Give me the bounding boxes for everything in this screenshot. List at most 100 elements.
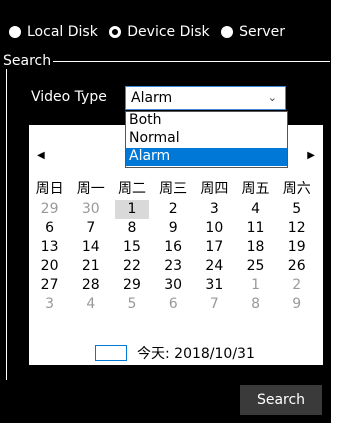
calendar-day-number: 24 [205, 258, 224, 274]
chevron-down-icon: ⌄ [267, 91, 277, 104]
calendar-week-row: 3 4 5 6 7 8 9 [29, 295, 317, 314]
calendar-day-number: 3 [45, 296, 55, 312]
video-type-label: Video Type [31, 89, 107, 105]
calendar-day[interactable]: 29 [111, 276, 152, 295]
calendar-day[interactable]: 4 [70, 295, 111, 314]
dropdown-option-both[interactable]: Both [126, 112, 287, 130]
calendar-day[interactable]: 1 [235, 276, 276, 295]
calendar-day-selected[interactable]: 1 [111, 200, 152, 219]
calendar-day-number: 6 [168, 296, 178, 312]
calendar-week-row: 29 30 1 2 3 4 5 [29, 200, 317, 219]
calendar-day-number: 21 [81, 258, 100, 274]
calendar-day[interactable]: 29 [29, 200, 70, 219]
calendar-day[interactable]: 22 [111, 257, 152, 276]
calendar-day-number: 1 [251, 277, 260, 293]
calendar-week-row: 13 14 15 16 17 18 19 [29, 238, 317, 257]
calendar-day[interactable]: 31 [194, 276, 235, 295]
next-month-icon[interactable]: ▶ [307, 150, 315, 161]
weekday-label: 周五 [241, 181, 270, 197]
calendar-day[interactable]: 14 [70, 238, 111, 257]
calendar-day[interactable]: 13 [29, 238, 70, 257]
prev-month-icon[interactable]: ◀ [37, 150, 45, 161]
calendar-day-number: 6 [45, 220, 55, 236]
weekday-label: 周二 [117, 181, 146, 197]
calendar-day[interactable]: 12 [276, 219, 317, 238]
today-marker-box [95, 345, 127, 361]
video-type-select[interactable]: Alarm ⌄ [125, 86, 286, 110]
calendar-day-number: 13 [40, 239, 59, 255]
calendar-day[interactable]: 3 [29, 295, 70, 314]
calendar-day[interactable]: 2 [276, 276, 317, 295]
calendar-day[interactable]: 6 [29, 219, 70, 238]
calendar-day[interactable]: 24 [194, 257, 235, 276]
weekday-label: 周一 [76, 181, 105, 197]
search-button[interactable]: Search [240, 385, 322, 415]
radio-unselected-icon [221, 26, 234, 38]
calendar-day-number: 11 [246, 220, 265, 236]
calendar-day-number: 12 [287, 220, 306, 236]
calendar-day[interactable]: 26 [276, 257, 317, 276]
calendar-day[interactable]: 6 [153, 295, 194, 314]
calendar-day[interactable]: 8 [235, 295, 276, 314]
radio-local-disk[interactable]: Local Disk [9, 24, 98, 40]
calendar-day-number: 26 [287, 258, 306, 274]
calendar-day-number: 28 [81, 277, 100, 293]
calendar-day[interactable]: 5 [276, 200, 317, 219]
today-label: 今天: 2018/10/31 [137, 346, 255, 362]
calendar-day-number: 17 [205, 239, 224, 255]
calendar-day[interactable]: 16 [153, 238, 194, 257]
today-row[interactable]: 今天: 2018/10/31 [95, 343, 255, 363]
calendar-day-number: 8 [251, 296, 260, 312]
calendar-day-number: 3 [209, 201, 219, 217]
calendar-day[interactable]: 5 [111, 295, 152, 314]
calendar-day[interactable]: 17 [194, 238, 235, 257]
calendar-day-number: 9 [168, 220, 178, 236]
calendar-day-number: 7 [86, 220, 96, 236]
calendar-week-row: 6 7 8 9 10 11 12 [29, 219, 317, 238]
calendar-day[interactable]: 7 [194, 295, 235, 314]
calendar-day-number: 20 [40, 258, 59, 274]
dropdown-option-alarm[interactable]: Alarm [126, 148, 287, 166]
calendar-day[interactable]: 8 [111, 219, 152, 238]
calendar-day-number: 5 [292, 201, 302, 217]
calendar-day-number: 2 [292, 277, 302, 293]
source-radio-group: Local Disk Device Disk Server [9, 24, 292, 42]
calendar-day[interactable]: 20 [29, 257, 70, 276]
calendar-day[interactable]: 18 [235, 238, 276, 257]
calendar-day[interactable]: 30 [153, 276, 194, 295]
calendar-day[interactable]: 30 [70, 200, 111, 219]
calendar-grid: 29 30 1 2 3 4 5 6 7 8 9 10 11 12 13 14 15 16 17 18 19 20 21 22 2… [29, 200, 317, 314]
calendar-day-number: 30 [81, 201, 100, 217]
calendar-day-number: 16 [164, 239, 183, 255]
calendar-day-number: 14 [81, 239, 100, 255]
calendar-day[interactable]: 19 [276, 238, 317, 257]
calendar-day-number: 27 [40, 277, 59, 293]
calendar-day[interactable]: 10 [194, 219, 235, 238]
calendar-day[interactable]: 23 [153, 257, 194, 276]
calendar-day-number: 4 [86, 296, 96, 312]
calendar-day[interactable]: 21 [70, 257, 111, 276]
calendar-day[interactable]: 7 [70, 219, 111, 238]
calendar-day-number: 15 [123, 239, 141, 255]
calendar-day[interactable]: 9 [153, 219, 194, 238]
dropdown-option-normal[interactable]: Normal [126, 130, 287, 148]
calendar-day-number: 4 [251, 201, 260, 217]
calendar-day[interactable]: 9 [276, 295, 317, 314]
calendar-day-number: 7 [209, 296, 219, 312]
calendar-day[interactable]: 2 [153, 200, 194, 219]
search-group-title: Search [1, 53, 54, 69]
radio-device-disk[interactable]: Device Disk [109, 24, 210, 40]
calendar-day[interactable]: 4 [235, 200, 276, 219]
calendar-day-number: 5 [127, 296, 137, 312]
calendar-day[interactable]: 11 [235, 219, 276, 238]
calendar-day[interactable]: 28 [70, 276, 111, 295]
weekday-label: 周三 [159, 181, 188, 197]
calendar-day[interactable]: 27 [29, 276, 70, 295]
weekday-label: 周四 [200, 181, 229, 197]
radio-server[interactable]: Server [221, 24, 285, 40]
calendar-day[interactable]: 15 [111, 238, 152, 257]
calendar-day-number: 18 [246, 239, 265, 255]
calendar-day[interactable]: 25 [235, 257, 276, 276]
calendar-day-number: 30 [164, 277, 183, 293]
calendar-day[interactable]: 3 [194, 200, 235, 219]
